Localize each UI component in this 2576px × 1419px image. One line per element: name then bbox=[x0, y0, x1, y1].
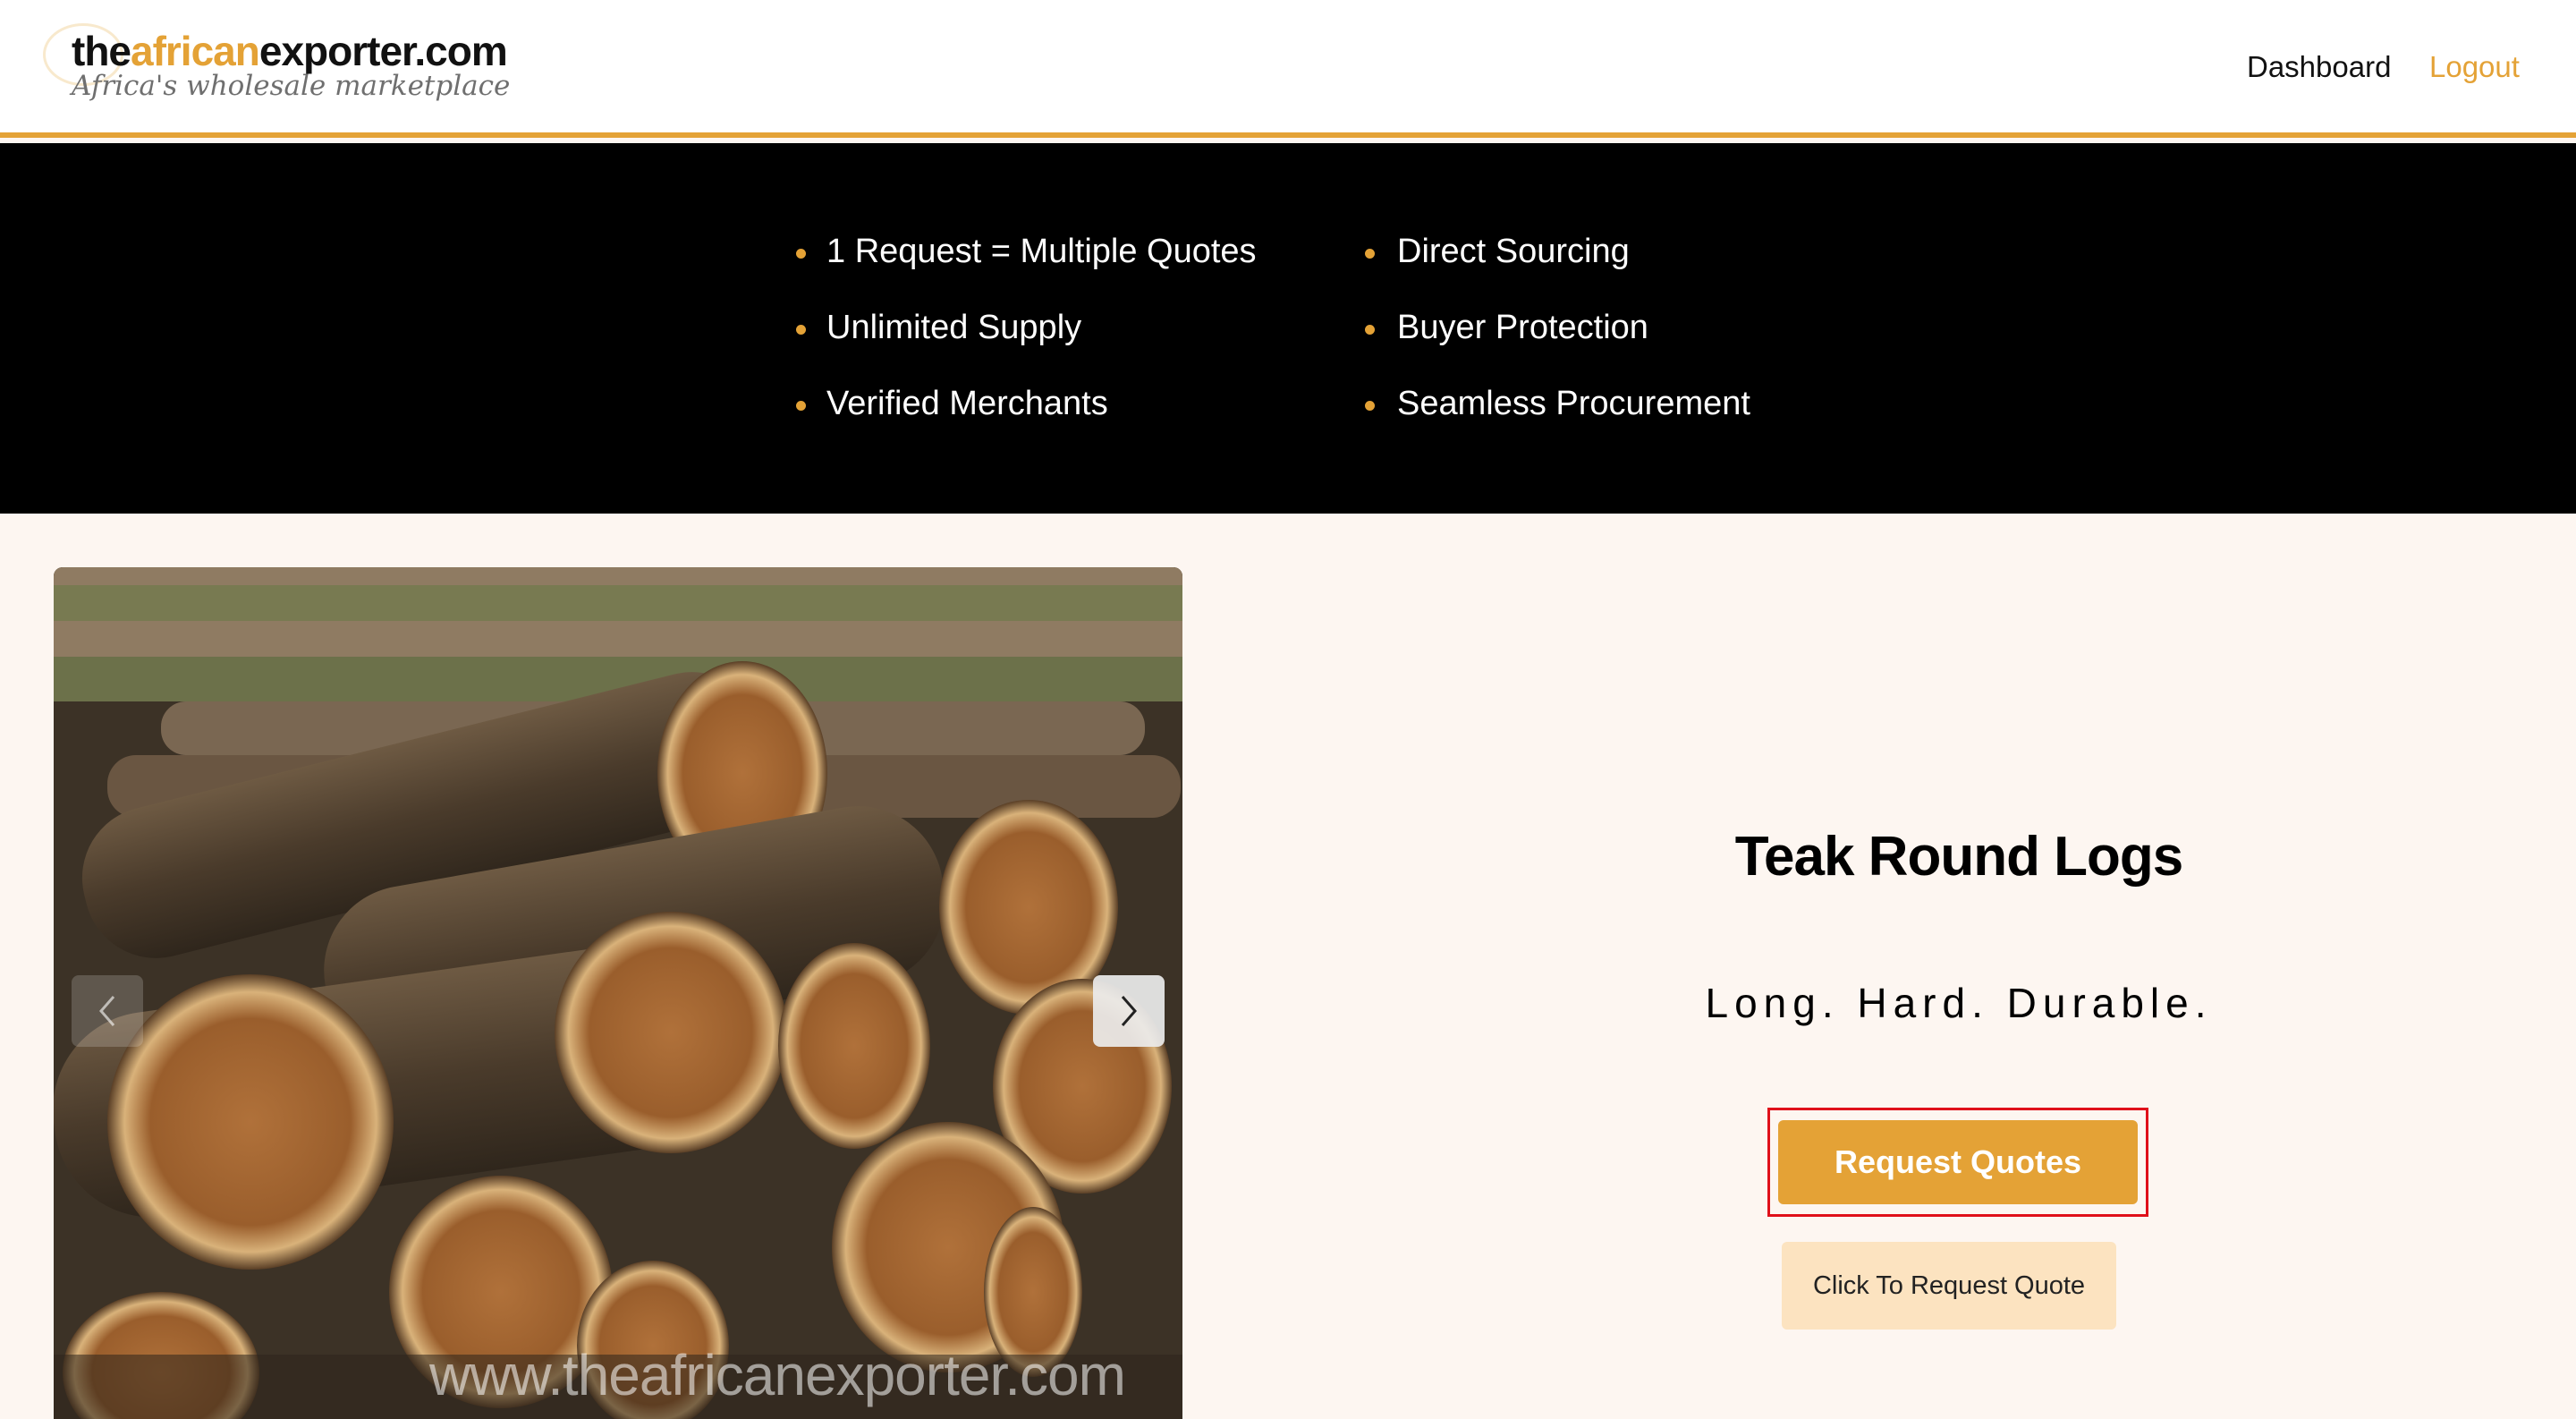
site-header: theafricanexporter.com Africa's wholesal… bbox=[0, 0, 2576, 138]
chevron-right-icon bbox=[1121, 996, 1137, 1026]
bullet-icon bbox=[1365, 401, 1375, 411]
nav-logout-link[interactable]: Logout bbox=[2429, 50, 2520, 84]
feature-item: 1 Request = Multiple Quotes bbox=[826, 233, 1257, 270]
bullet-icon bbox=[1365, 249, 1375, 259]
feature-item: Verified Merchants bbox=[826, 385, 1108, 422]
product-title: Teak Round Logs bbox=[1734, 826, 2184, 888]
product-image-carousel[interactable] bbox=[54, 567, 1182, 1419]
features-band bbox=[0, 143, 2576, 514]
image-watermark: www.theafricanexporter.com bbox=[429, 1343, 1126, 1407]
carousel-next-button[interactable] bbox=[1093, 975, 1165, 1047]
bullet-icon bbox=[1365, 325, 1375, 335]
click-to-request-quote-button[interactable]: Click To Request Quote bbox=[1782, 1242, 2116, 1330]
product-tagline: Long. Hard. Durable. bbox=[1705, 980, 2213, 1026]
carousel-prev-button[interactable] bbox=[72, 975, 143, 1047]
bullet-icon bbox=[796, 401, 806, 411]
feature-item: Buyer Protection bbox=[1397, 309, 1648, 346]
feature-item: Seamless Procurement bbox=[1397, 385, 1750, 422]
nav-dashboard-link[interactable]: Dashboard bbox=[2247, 50, 2391, 84]
feature-item: Unlimited Supply bbox=[826, 309, 1082, 346]
logo-name: theafricanexporter.com bbox=[72, 28, 508, 74]
site-logo[interactable]: theafricanexporter.com Africa's wholesal… bbox=[43, 23, 511, 113]
logo-tagline: Africa's wholesale marketplace bbox=[72, 70, 511, 102]
request-quotes-button[interactable]: Request Quotes bbox=[1778, 1120, 2138, 1204]
feature-item: Direct Sourcing bbox=[1397, 233, 1630, 270]
teak-logs-image bbox=[54, 567, 1182, 1419]
bullet-icon bbox=[796, 325, 806, 335]
bullet-icon bbox=[796, 249, 806, 259]
chevron-left-icon bbox=[99, 996, 115, 1026]
